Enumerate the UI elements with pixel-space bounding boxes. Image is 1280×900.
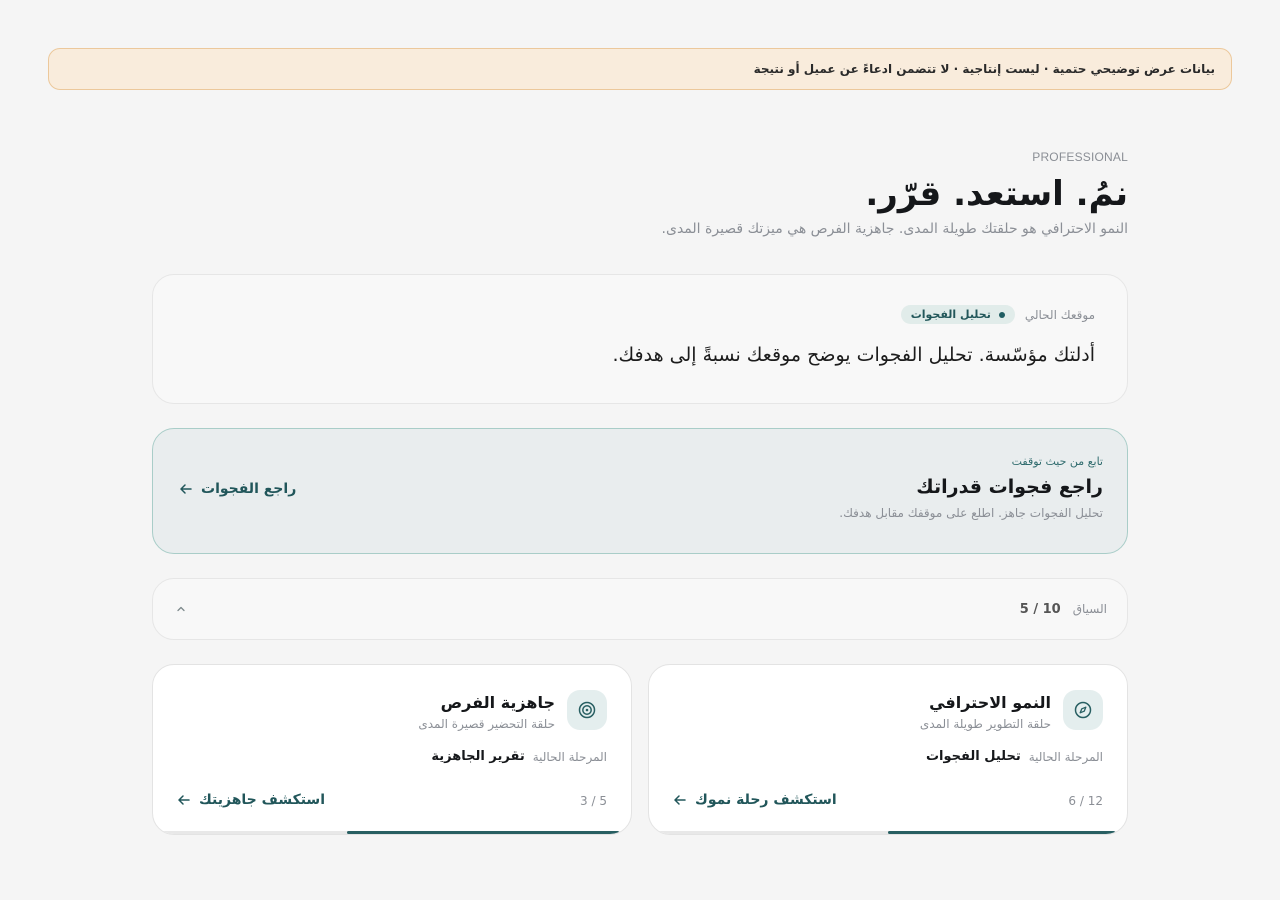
loop-subtitle: حلقة التطوير طويلة المدى: [919, 717, 1051, 731]
loop-title: النمو الاحترافي: [929, 693, 1051, 712]
context-value: 5 / 10: [1019, 601, 1061, 617]
loop-stage: المرحلة الحالية تقرير الجاهزية: [431, 749, 607, 764]
current-position-label: موقعك الحالي: [1024, 307, 1095, 322]
main-content: PROFESSIONAL نمُ. استعد. قرّر. النمو الا…: [152, 150, 1128, 835]
demo-data-banner: بيانات عرض توضيحي حتمية · ليست إنتاجية ·…: [48, 48, 1232, 90]
progress-track: [649, 831, 1127, 834]
arrow-left-icon: [674, 795, 686, 805]
review-gaps-link[interactable]: راجع الفجوات: [179, 481, 296, 497]
progress-fill: [347, 831, 619, 834]
loop-title: جاهزية الفرص: [440, 693, 555, 712]
loop-subtitle: حلقة التحضير قصيرة المدى: [418, 717, 555, 731]
resume-kicker: تابع من حيث توقفت: [1011, 455, 1103, 468]
loops-grid: النمو الاحترافي حلقة التطوير طويلة المدى…: [152, 664, 1128, 836]
status-dot-icon: [998, 311, 1005, 318]
chevron-up-icon[interactable]: [173, 601, 189, 617]
stage-value: تحليل الفجوات: [925, 749, 1021, 764]
loop-progress-count: 6 / 12: [1068, 794, 1103, 808]
explore-growth-link[interactable]: استكشف رحلة نموك: [673, 792, 837, 808]
explore-growth-label: استكشف رحلة نموك: [695, 792, 837, 808]
current-position-text: أدلتك مؤسّسة. تحليل الفجوات يوضح موقعك ن…: [612, 344, 1095, 366]
progress-fill: [888, 831, 1115, 834]
page-title: نمُ. استعد. قرّر.: [865, 174, 1128, 214]
growth-loop-card[interactable]: النمو الاحترافي حلقة التطوير طويلة المدى…: [648, 664, 1128, 835]
context-bar[interactable]: السياق 5 / 10: [152, 578, 1128, 640]
review-gaps-label: راجع الفجوات: [201, 481, 297, 497]
explore-readiness-label: استكشف جاهزيتك: [199, 792, 325, 808]
stage-value: تقرير الجاهزية: [431, 749, 525, 764]
stage-label: المرحلة الحالية: [1028, 749, 1103, 764]
stage-chip: تحليل الفجوات: [900, 305, 1015, 324]
current-position-card: موقعك الحالي تحليل الفجوات أدلتك مؤسّسة.…: [152, 274, 1128, 404]
readiness-loop-card[interactable]: جاهزية الفرص حلقة التحضير قصيرة المدى ال…: [152, 664, 632, 835]
arrow-left-icon: [180, 484, 192, 494]
context-label: السياق: [1072, 602, 1107, 616]
banner-text: بيانات عرض توضيحي حتمية · ليست إنتاجية ·…: [753, 62, 1215, 76]
arrow-left-icon: [178, 795, 190, 805]
compass-icon: [1063, 690, 1103, 730]
resume-description: تحليل الفجوات جاهز. اطلع على موقفك مقابل…: [839, 506, 1103, 520]
progress-track: [153, 831, 631, 834]
section-kicker: PROFESSIONAL: [1032, 150, 1128, 164]
resume-card[interactable]: تابع من حيث توقفت راجع فجوات قدراتك تحلي…: [152, 428, 1128, 554]
stage-label: المرحلة الحالية: [532, 749, 607, 764]
loop-stage: المرحلة الحالية تحليل الفجوات: [926, 749, 1103, 764]
target-icon: [567, 690, 607, 730]
loop-progress-count: 3 / 5: [580, 794, 607, 808]
resume-title: راجع فجوات قدراتك: [916, 476, 1103, 498]
page-subtitle: النمو الاحترافي هو حلقتك طويلة المدى. جا…: [661, 220, 1128, 237]
stage-chip-label: تحليل الفجوات: [910, 308, 991, 321]
explore-readiness-link[interactable]: استكشف جاهزيتك: [177, 792, 325, 808]
